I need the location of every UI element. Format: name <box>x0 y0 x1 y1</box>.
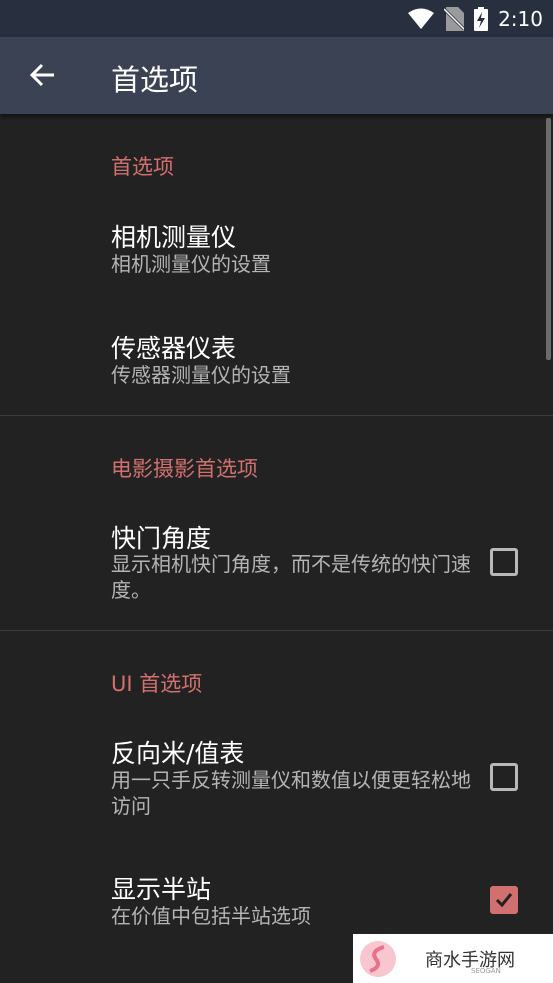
preferences-list[interactable]: 首选项 相机测量仪 相机测量仪的设置 传感器仪表 传感器测量仪的设置 电影摄影首… <box>0 114 553 983</box>
pref-title: 快门角度 <box>111 524 212 553</box>
divider <box>0 415 553 416</box>
category-header-general: 首选项 <box>111 155 174 179</box>
category-header-ui: UI 首选项 <box>111 672 203 696</box>
status-bar: 2:10 <box>0 0 553 37</box>
watermark-logo-icon <box>353 934 403 983</box>
pref-title: 相机测量仪 <box>111 223 237 252</box>
watermark-subtext: SEOGAN <box>471 967 501 975</box>
pref-summary: 传感器测量仪的设置 <box>111 363 291 387</box>
back-button[interactable] <box>22 55 62 95</box>
shutter-angle-checkbox[interactable] <box>490 548 518 576</box>
no-sim-icon <box>444 6 465 31</box>
wifi-icon <box>408 8 435 29</box>
arrow-back-icon <box>29 63 54 87</box>
status-icons: 2:10 <box>408 0 543 37</box>
scrollbar-thumb[interactable] <box>546 118 551 360</box>
page-title: 首选项 <box>111 63 199 97</box>
pref-summary: 在价值中包括半站选项 <box>111 904 311 928</box>
pref-summary: 显示相机快门角度，而不是传统的快门速度。 <box>111 552 471 602</box>
reverse-meter-checkbox[interactable] <box>490 763 518 791</box>
status-time: 2:10 <box>498 6 543 31</box>
battery-charging-icon <box>474 6 489 31</box>
pref-summary: 用一只手反转测量仪和数值以便更轻松地访问 <box>111 768 471 818</box>
watermark: 商水手游网 SEOGAN <box>353 934 553 983</box>
app-bar: 首选项 <box>0 37 553 114</box>
pref-title: 显示半站 <box>111 875 212 904</box>
pref-title: 反向米/值表 <box>111 739 245 768</box>
watermark-text: 商水手游网 <box>425 949 515 971</box>
category-header-cinema: 电影摄影首选项 <box>111 457 258 481</box>
check-icon <box>495 893 513 908</box>
divider <box>0 630 553 631</box>
pref-summary: 相机测量仪的设置 <box>111 252 271 276</box>
half-stops-checkbox[interactable] <box>490 886 518 914</box>
pref-title: 传感器仪表 <box>111 334 237 363</box>
